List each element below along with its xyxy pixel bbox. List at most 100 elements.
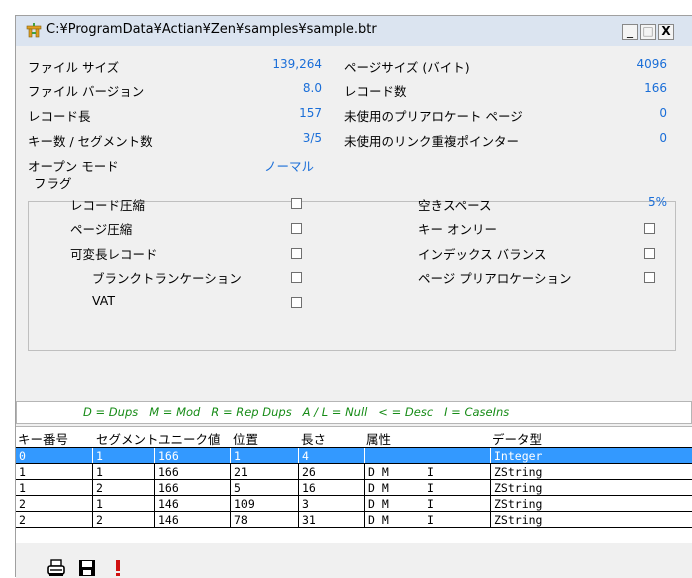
- column-header-segment[interactable]: セグメント: [96, 429, 159, 448]
- attribute-legend: D = Dups M = Mod R = Rep Dups A / L = Nu…: [16, 401, 692, 424]
- close-icon: X: [661, 24, 671, 38]
- cell-data-type: ZString: [490, 464, 684, 480]
- cell-attributes: [364, 448, 424, 464]
- cell-unique-values: 166: [154, 480, 230, 496]
- column-header-unique-values[interactable]: ユニーク値: [158, 429, 221, 448]
- record-count-value: 166: [644, 81, 667, 95]
- cell-length: 26: [298, 464, 364, 480]
- file-size-value: 139,264: [272, 57, 322, 71]
- cell-key-number: 0: [19, 449, 26, 463]
- variable-record-label: 可変長レコード: [70, 247, 158, 262]
- cell-segment: 2: [92, 480, 154, 496]
- cell-unique-values: 166: [154, 448, 230, 464]
- page-prealloc-label: ページ プリアロケーション: [418, 271, 572, 286]
- window-title: C:¥ProgramData¥Actian¥Zen¥samples¥sample…: [46, 22, 377, 37]
- file-size-label: ファイル サイズ: [28, 60, 120, 75]
- page-size-label: ページサイズ (バイト): [344, 60, 470, 75]
- app-icon: [26, 23, 42, 38]
- title-bar[interactable]: C:¥ProgramData¥Actian¥Zen¥samples¥sample…: [16, 16, 692, 46]
- page-prealloc-checkbox[interactable]: [644, 272, 655, 283]
- table-row[interactable]: 1 2 166 5 16 D M I ZString: [16, 480, 692, 496]
- vat-checkbox[interactable]: [291, 297, 302, 308]
- table-row[interactable]: 2 2 146 78 31 D M I ZString: [16, 512, 692, 528]
- cell-segment: 1: [92, 496, 154, 512]
- cell-attributes: D M: [364, 512, 424, 528]
- key-only-label: キー オンリー: [418, 222, 497, 237]
- open-mode-value: ノーマル: [264, 159, 315, 174]
- index-balance-label: インデックス バランス: [418, 247, 547, 262]
- record-count-label: レコード数: [344, 84, 407, 99]
- cell-data-type: ZString: [490, 512, 684, 528]
- cell-segment: 1: [92, 464, 154, 480]
- cell-key-number: 1: [19, 481, 26, 495]
- column-header-key-number[interactable]: キー番号: [18, 429, 68, 448]
- column-header-data-type[interactable]: データ型: [492, 429, 542, 448]
- cell-position: 78: [230, 512, 298, 528]
- keys-segments-value: 3/5: [302, 131, 322, 145]
- file-version-value: 8.0: [302, 81, 322, 95]
- blank-truncation-label: ブランクトランケーション: [92, 271, 242, 286]
- cell-length: 16: [298, 480, 364, 496]
- cell-attributes: D M: [364, 480, 424, 496]
- cell-case-flag: I: [427, 513, 434, 527]
- page-compression-label: ページ圧縮: [70, 222, 133, 237]
- cell-position: 109: [230, 496, 298, 512]
- row-separator: [16, 527, 692, 528]
- file-statistics-window: C:¥ProgramData¥Actian¥Zen¥samples¥sample…: [15, 15, 692, 578]
- unused-prealloc-label: 未使用のプリアロケート ページ: [344, 109, 523, 124]
- maximize-icon: □: [642, 24, 654, 38]
- vat-label: VAT: [92, 293, 115, 308]
- cell-length: 31: [298, 512, 364, 528]
- record-compression-checkbox[interactable]: [291, 198, 302, 209]
- flags-group-title: フラグ: [32, 173, 74, 192]
- cell-case-flag: I: [427, 497, 434, 511]
- cell-unique-values: 146: [154, 512, 230, 528]
- cell-position: 1: [230, 448, 298, 464]
- free-space-value: 5%: [647, 195, 667, 209]
- minimize-button[interactable]: _: [622, 24, 638, 40]
- table-row[interactable]: 0 1 166 1 4 Integer: [16, 448, 692, 464]
- column-header-attributes[interactable]: 属性: [366, 429, 391, 448]
- cell-position: 5: [230, 480, 298, 496]
- free-space-label: 空きスペース: [418, 198, 492, 213]
- close-button[interactable]: X: [658, 24, 674, 40]
- cell-length: 3: [298, 496, 364, 512]
- keys-segments-label: キー数 / セグメント数: [28, 134, 153, 149]
- cell-case-flag: [424, 448, 490, 464]
- key-only-checkbox[interactable]: [644, 223, 655, 234]
- cell-data-type: ZString: [490, 480, 684, 496]
- printer-icon[interactable]: [46, 558, 66, 578]
- cell-key-number: 2: [19, 513, 26, 527]
- cell-key-number: 2: [19, 497, 26, 511]
- file-version-label: ファイル バージョン: [28, 84, 145, 99]
- table-row[interactable]: 2 1 146 109 3 D M I ZString: [16, 496, 692, 512]
- cell-key-number: 1: [19, 465, 26, 479]
- cell-data-type: ZString: [490, 496, 684, 512]
- cell-unique-values: 146: [154, 496, 230, 512]
- record-compression-label: レコード圧縮: [70, 198, 146, 213]
- variable-record-checkbox[interactable]: [291, 248, 302, 259]
- page-compression-checkbox[interactable]: [291, 223, 302, 234]
- unused-prealloc-value: 0: [659, 106, 667, 120]
- cell-attributes: D M: [364, 464, 424, 480]
- cell-segment: 1: [92, 448, 154, 464]
- save-icon[interactable]: [77, 558, 97, 578]
- exclamation-icon[interactable]: [108, 558, 128, 578]
- maximize-button[interactable]: □: [640, 24, 656, 40]
- blank-truncation-checkbox[interactable]: [291, 272, 302, 283]
- cell-segment: 2: [92, 512, 154, 528]
- cell-case-flag: I: [427, 465, 434, 479]
- statistics-body: ファイル サイズ 139,264 ファイル バージョン 8.0 レコード長 15…: [16, 46, 692, 578]
- cell-length: 4: [298, 448, 364, 464]
- minimize-icon: _: [627, 24, 633, 38]
- cell-data-type: Integer: [490, 448, 684, 464]
- column-header-length[interactable]: 長さ: [301, 429, 326, 448]
- key-segment-table[interactable]: キー番号 セグメント ユニーク値 位置 長さ 属性 データ型 0 1 166 1 4 In…: [16, 426, 692, 543]
- unused-dup-pointers-label: 未使用のリンク重複ポインター: [344, 134, 520, 149]
- cell-position: 21: [230, 464, 298, 480]
- cell-case-flag: I: [427, 481, 434, 495]
- table-row[interactable]: 1 1 166 21 26 D M I ZString: [16, 464, 692, 480]
- column-header-position[interactable]: 位置: [233, 429, 258, 448]
- index-balance-checkbox[interactable]: [644, 248, 655, 259]
- cell-unique-values: 166: [154, 464, 230, 480]
